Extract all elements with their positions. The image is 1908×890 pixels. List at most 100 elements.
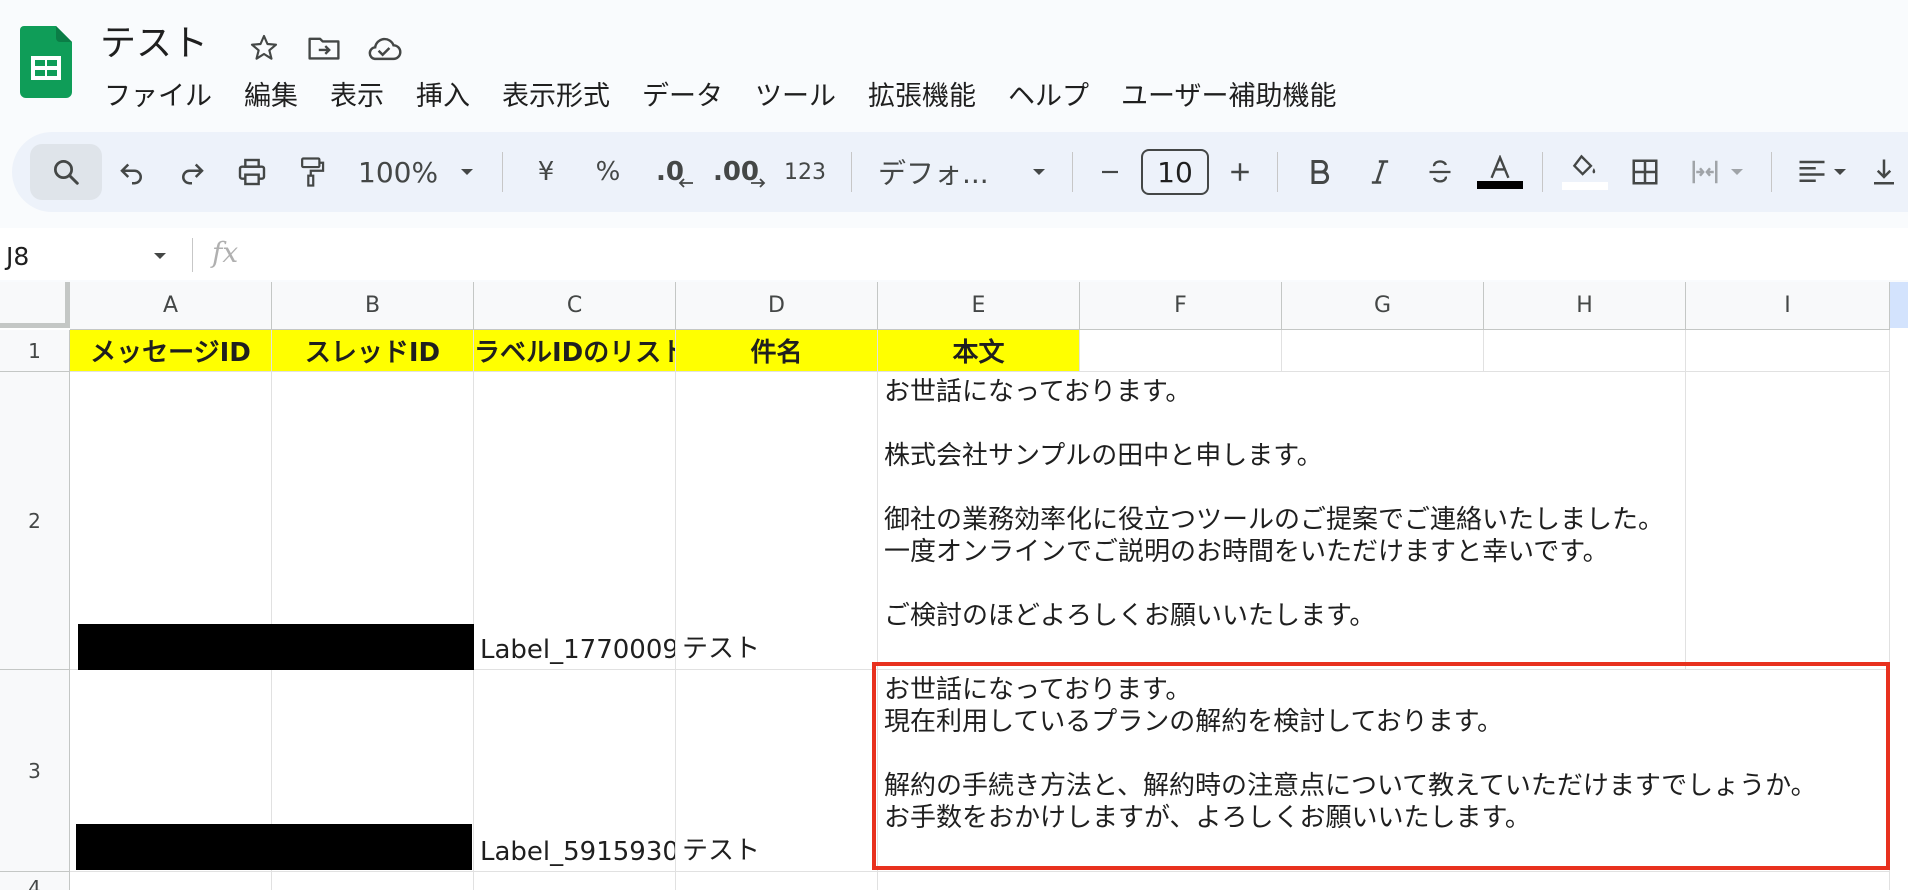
row-header-4[interactable]: 4 — [0, 872, 70, 890]
cell-b1[interactable]: スレッドID — [272, 330, 474, 372]
name-box[interactable]: J8 — [6, 236, 182, 276]
strikethrough-icon — [1429, 160, 1451, 183]
paint-format-button[interactable] — [282, 144, 342, 200]
row-header-3[interactable]: 3 — [0, 670, 70, 872]
font-family-value: デフォ... — [878, 157, 989, 190]
cell-f1[interactable] — [1080, 330, 1282, 372]
menu-help[interactable]: ヘルプ — [992, 77, 1105, 117]
cell-a1[interactable]: メッセージID — [70, 330, 272, 372]
cell-reference: J8 — [6, 241, 30, 271]
redacted-block — [78, 624, 474, 670]
column-header-b[interactable]: B — [272, 282, 474, 330]
menu-bar: ファイル 編集 表示 挿入 表示形式 データ ツール 拡張機能 ヘルプ ユーザー… — [88, 76, 1352, 118]
redo-button[interactable] — [162, 144, 222, 200]
cell-c2[interactable]: Label_17700098 — [474, 372, 676, 670]
bold-button[interactable] — [1290, 144, 1350, 200]
merge-cells-icon — [1692, 160, 1718, 184]
cell-c4[interactable] — [474, 872, 676, 890]
select-all-corner[interactable] — [0, 282, 70, 328]
currency-format-button[interactable]: ¥ — [515, 144, 577, 200]
toolbar-divider — [1277, 152, 1278, 192]
toolbar-divider — [1072, 152, 1073, 192]
font-size-input[interactable]: 10 — [1141, 149, 1209, 195]
cell-g1[interactable] — [1282, 330, 1484, 372]
menu-data[interactable]: データ — [626, 77, 739, 117]
star-icon[interactable] — [244, 28, 284, 68]
arrow-left-icon — [678, 178, 693, 188]
cell-a4[interactable] — [70, 872, 272, 890]
formula-bar: J8 fx — [0, 228, 1908, 280]
cell-c1[interactable]: ラベルIDのリスト — [474, 330, 676, 372]
print-icon — [238, 158, 266, 186]
column-header-a[interactable]: A — [70, 282, 272, 330]
document-title[interactable]: テスト — [100, 20, 208, 68]
column-header-selected-edge[interactable] — [1890, 282, 1908, 328]
row-header-2[interactable]: 2 — [0, 372, 70, 670]
column-header-e[interactable]: E — [878, 282, 1080, 330]
menu-format[interactable]: 表示形式 — [486, 77, 626, 117]
increase-font-size-button[interactable] — [1215, 144, 1265, 200]
increase-decimal-button[interactable]: .00 — [701, 144, 771, 200]
strikethrough-button[interactable] — [1410, 144, 1470, 200]
cell-b4[interactable] — [272, 872, 474, 890]
text-color-swatch — [1477, 181, 1523, 189]
column-header-h[interactable]: H — [1484, 282, 1686, 330]
vertical-align-button[interactable] — [1860, 144, 1908, 200]
zoom-select[interactable]: 100% — [342, 144, 490, 200]
column-header-d[interactable]: D — [676, 282, 878, 330]
align-bottom-icon — [1874, 159, 1894, 185]
horizontal-align-button[interactable] — [1784, 144, 1860, 200]
column-header-c[interactable]: C — [474, 282, 676, 330]
menu-file[interactable]: ファイル — [88, 77, 228, 117]
arrow-right-icon — [751, 178, 766, 188]
font-family-select[interactable]: デフォ... — [864, 144, 1060, 200]
caret-down-icon — [1731, 169, 1743, 175]
menu-extensions[interactable]: 拡張機能 — [852, 77, 992, 117]
menu-edit[interactable]: 編集 — [228, 77, 314, 117]
cell-d4[interactable] — [676, 872, 878, 890]
sheets-logo-icon[interactable] — [20, 26, 72, 98]
row-header-1[interactable]: 1 — [0, 330, 70, 372]
borders-icon — [1632, 159, 1658, 185]
cell-i1[interactable] — [1686, 330, 1890, 372]
align-left-icon — [1799, 160, 1825, 182]
cell-d3[interactable]: テスト — [676, 670, 878, 872]
redacted-block — [76, 824, 472, 870]
column-header-g[interactable]: G — [1282, 282, 1484, 330]
undo-button[interactable] — [102, 144, 162, 200]
print-button[interactable] — [222, 144, 282, 200]
search-menus-button[interactable] — [30, 144, 102, 200]
percent-format-button[interactable]: % — [577, 144, 639, 200]
column-header-f[interactable]: F — [1080, 282, 1282, 330]
toolbar-divider — [1771, 152, 1772, 192]
column-header-i[interactable]: I — [1686, 282, 1890, 330]
cell-e4[interactable] — [878, 872, 1890, 890]
cell-c3[interactable]: Label_59159305 — [474, 670, 676, 872]
cell-d1[interactable]: 件名 — [676, 330, 878, 372]
decrease-font-size-button[interactable] — [1085, 144, 1135, 200]
menu-accessibility[interactable]: ユーザー補助機能 — [1105, 77, 1352, 117]
merge-cells-button[interactable] — [1675, 144, 1759, 200]
app-header: テスト ファイル 編集 表示 挿入 表示形式 データ ツール 拡張機能 ヘルプ … — [0, 0, 1908, 125]
text-color-button[interactable] — [1470, 144, 1530, 200]
borders-button[interactable] — [1615, 144, 1675, 200]
menu-insert[interactable]: 挿入 — [400, 77, 486, 117]
fill-color-icon — [1572, 154, 1596, 176]
more-formats-button[interactable]: 123 — [771, 144, 839, 200]
menu-tools[interactable]: ツール — [739, 77, 852, 117]
cell-e1[interactable]: 本文 — [878, 330, 1080, 372]
spreadsheet-app: テスト ファイル 編集 表示 挿入 表示形式 データ ツール 拡張機能 ヘルプ … — [0, 0, 1908, 890]
decrease-decimal-button[interactable]: .0 — [639, 144, 701, 200]
fill-color-button[interactable] — [1555, 144, 1615, 200]
annotation-highlight-box — [872, 662, 1890, 870]
italic-button[interactable] — [1350, 144, 1410, 200]
undo-icon — [120, 163, 142, 185]
cell-d2[interactable]: テスト — [676, 372, 878, 670]
menu-view[interactable]: 表示 — [314, 77, 400, 117]
move-folder-icon[interactable] — [304, 28, 344, 68]
formula-bar-divider — [192, 238, 193, 272]
cloud-saved-icon[interactable] — [364, 28, 404, 68]
toolbar-divider — [502, 152, 503, 192]
caret-down-icon — [1834, 169, 1846, 175]
cell-h1[interactable] — [1484, 330, 1686, 372]
